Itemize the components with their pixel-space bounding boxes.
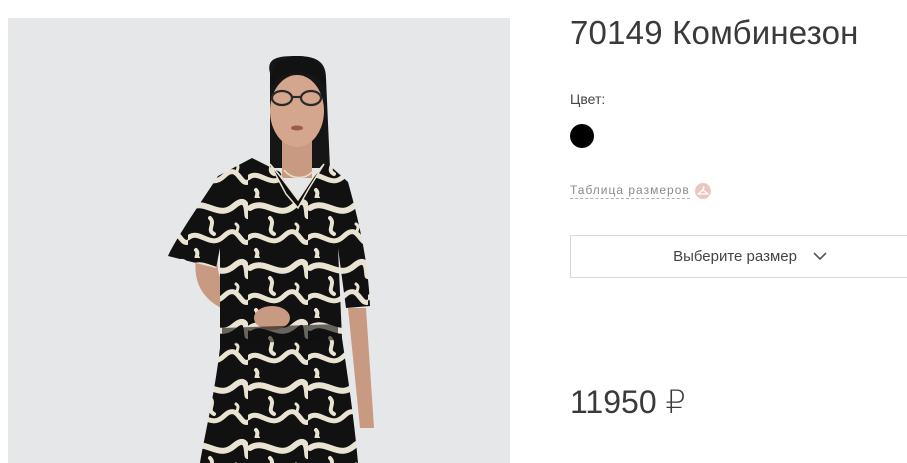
model-illustration — [168, 56, 374, 463]
color-swatch-black[interactable] — [570, 124, 594, 148]
product-photo[interactable] — [8, 18, 510, 463]
chevron-down-icon — [813, 252, 827, 261]
color-label: Цвет: — [570, 91, 606, 107]
product-page: 70149 Комбинезон Цвет: Таблица размеров … — [0, 0, 907, 463]
product-title: 70149 Комбинезон — [570, 14, 859, 51]
size-table-link[interactable]: Таблица размеров — [570, 183, 711, 199]
size-select-dropdown[interactable]: Выберите размер — [570, 235, 907, 278]
size-table-label: Таблица размеров — [570, 183, 690, 199]
hanger-icon — [694, 183, 711, 199]
product-price: 11950 ₽ — [570, 384, 686, 420]
size-select-label: Выберите размер — [673, 248, 797, 265]
